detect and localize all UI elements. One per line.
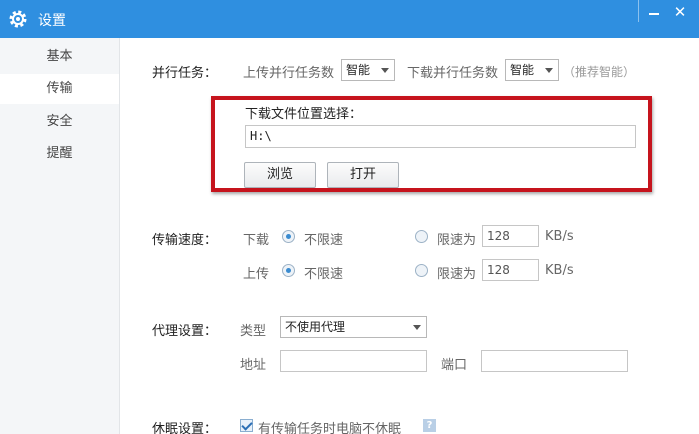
open-button[interactable]: 打开: [327, 162, 399, 188]
download-limited-label: 限速为: [437, 233, 477, 248]
proxy-address-label: 地址: [240, 358, 267, 373]
upload-parallel-select[interactable]: 智能: [341, 59, 395, 81]
proxy-address-input[interactable]: [280, 350, 427, 372]
proxy-port-label: 端口: [441, 358, 468, 373]
chevron-down-icon: [413, 325, 421, 330]
minimize-button[interactable]: [646, 4, 662, 20]
sidebar-item-security[interactable]: 安全: [0, 107, 119, 137]
upload-limited-radio[interactable]: [415, 264, 428, 277]
download-unlimited-radio[interactable]: [282, 230, 295, 243]
recommend-hint: （推荐智能）: [563, 65, 636, 79]
window-title: 设置: [38, 13, 66, 29]
proxy-settings-label: 代理设置：: [152, 324, 218, 339]
download-location-label: 下载文件位置选择：: [245, 107, 363, 122]
prevent-sleep-label: 有传输任务时电脑不休眠: [258, 422, 402, 434]
proxy-type-select[interactable]: 不使用代理: [280, 316, 427, 338]
parallel-tasks-label: 并行任务：: [152, 66, 218, 81]
upload-speed-label: 上传: [243, 267, 270, 282]
download-limited-radio[interactable]: [415, 230, 428, 243]
transfer-speed-label: 传输速度：: [152, 233, 218, 248]
upload-speed-input[interactable]: 128: [482, 259, 539, 281]
help-icon[interactable]: ?: [423, 419, 436, 432]
sidebar-item-reminder[interactable]: 提醒: [0, 139, 119, 169]
download-parallel-select[interactable]: 智能: [505, 59, 559, 81]
title-bar: 设置 ✕: [0, 0, 699, 38]
gear-icon: [9, 10, 27, 28]
chevron-down-icon: [381, 68, 389, 73]
download-speed-unit: KB/s: [545, 229, 574, 244]
sidebar-item-transfer[interactable]: 传输: [0, 74, 119, 104]
proxy-type-value: 不使用代理: [285, 320, 346, 334]
sleep-settings-label: 休眠设置：: [152, 422, 218, 434]
download-speed-label: 下载: [243, 233, 270, 248]
chevron-down-icon: [545, 68, 553, 73]
download-path-input[interactable]: H:\: [245, 125, 636, 148]
upload-unlimited-label: 不限速: [304, 267, 344, 282]
download-parallel-label: 下载并行任务数: [407, 66, 499, 81]
download-parallel-value: 智能: [510, 63, 535, 77]
upload-parallel-value: 智能: [346, 63, 371, 77]
upload-unlimited-radio[interactable]: [282, 264, 295, 277]
sidebar-item-basic[interactable]: 基本: [0, 42, 119, 72]
prevent-sleep-checkbox[interactable]: [240, 419, 253, 432]
browse-button[interactable]: 浏览: [244, 162, 316, 188]
download-speed-input[interactable]: 128: [482, 225, 539, 247]
sidebar: 基本 传输 安全 提醒: [0, 38, 120, 434]
upload-parallel-label: 上传并行任务数: [243, 66, 335, 81]
upload-speed-unit: KB/s: [545, 263, 574, 278]
close-button[interactable]: ✕: [670, 2, 690, 22]
titlebar-divider: [638, 0, 639, 22]
proxy-type-label: 类型: [240, 324, 267, 339]
download-unlimited-label: 不限速: [304, 233, 344, 248]
proxy-port-input[interactable]: [481, 350, 628, 372]
upload-limited-label: 限速为: [437, 267, 477, 282]
